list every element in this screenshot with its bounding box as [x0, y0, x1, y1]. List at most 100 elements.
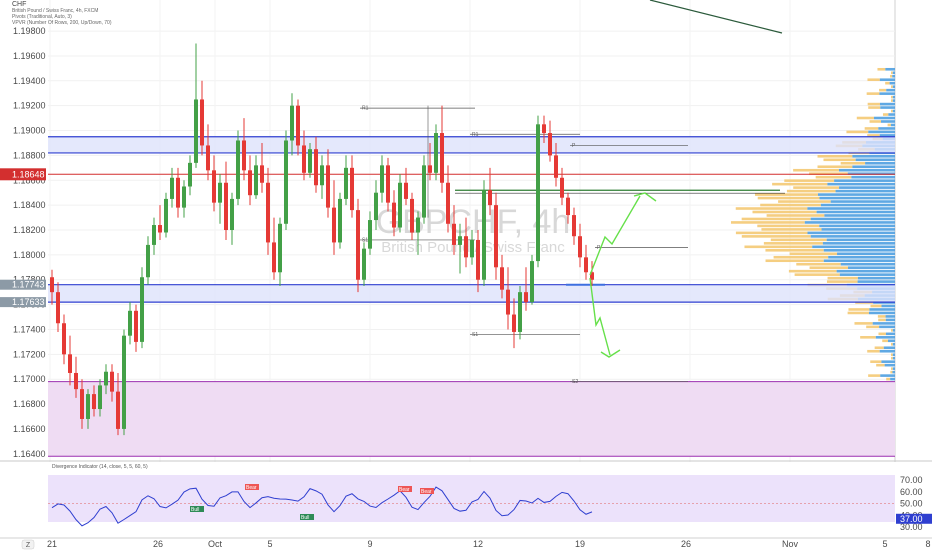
vp-bar-down	[837, 252, 895, 256]
candle-body	[122, 335, 126, 429]
candle-body	[404, 182, 408, 199]
vp-bar-up	[741, 217, 811, 221]
vp-bar-down	[869, 308, 895, 311]
price-tick-label: 1.16400	[13, 449, 46, 459]
price-tick-label: 1.17400	[13, 324, 46, 334]
vp-bar-up	[754, 193, 818, 196]
candle-body	[416, 217, 420, 233]
vp-bar-down	[873, 116, 895, 120]
vp-bar-up	[890, 370, 893, 374]
vp-bar-up	[848, 308, 870, 311]
support-band	[48, 284, 895, 303]
vp-bar-up	[876, 363, 885, 367]
candle-body	[272, 242, 276, 273]
vp-bar-up	[869, 120, 882, 123]
vp-bar-up	[867, 349, 880, 353]
price-tick-label: 1.18000	[13, 250, 46, 260]
candle-body	[314, 149, 318, 186]
vp-bar-up	[891, 356, 893, 360]
time-tick-label: 12	[473, 539, 483, 549]
candle-body	[470, 239, 474, 258]
candle-body	[452, 223, 456, 245]
candle-body	[290, 105, 294, 141]
candle-body	[182, 186, 186, 208]
vp-bar-up	[891, 353, 893, 357]
candle-body	[542, 124, 546, 134]
chart-legend: CHF British Pound / Swiss Franc, 4h, FXC…	[12, 1, 111, 26]
vp-bar-down	[810, 217, 895, 221]
vp-bar-down	[868, 311, 895, 315]
candle-body	[344, 167, 348, 199]
candle-body	[86, 394, 90, 419]
vp-bar-down	[879, 92, 895, 95]
vp-bar-up	[823, 158, 856, 162]
vp-bar-up	[765, 248, 824, 252]
candle-body	[248, 170, 252, 196]
vp-bar-up	[891, 329, 893, 332]
candle-body	[80, 389, 84, 419]
price-chart[interactable]: GBPCHF, 4h British Pound / Swiss Franc R…	[0, 0, 932, 550]
vp-bar-up	[757, 196, 820, 200]
vp-bar-up	[866, 92, 880, 95]
vp-bar-up	[815, 175, 852, 179]
vp-bar-up	[757, 224, 820, 228]
candle-body	[212, 170, 216, 203]
vp-bar-down	[885, 318, 895, 322]
vp-bar-up	[891, 85, 893, 88]
vp-bar-up	[784, 179, 835, 182]
vp-bar-up	[866, 325, 880, 329]
vp-bar-down	[822, 242, 895, 245]
vp-bar-down	[879, 349, 895, 353]
vp-bar-down	[892, 99, 895, 102]
candle-body	[254, 165, 258, 196]
vp-bar-up	[854, 322, 873, 325]
vp-bar-up	[879, 88, 887, 92]
candle-body	[152, 225, 156, 245]
rsi-signal-text: Bull	[301, 515, 309, 521]
candle-body	[464, 236, 468, 258]
vp-bar-down	[879, 325, 895, 329]
candle-body	[242, 140, 246, 171]
candle-body	[356, 210, 360, 280]
rsi-signal-text: Bear	[421, 489, 432, 495]
candle-body	[536, 124, 540, 262]
vp-bar-up	[793, 168, 839, 172]
vp-bar-down	[852, 165, 895, 169]
vp-bar-down	[865, 161, 895, 165]
vp-bar-down	[875, 336, 895, 339]
vp-bar-down	[883, 346, 895, 350]
vp-bar-down	[804, 221, 895, 224]
vp-bar-up	[809, 266, 849, 269]
vp-bar-up	[882, 113, 889, 116]
vp-bar-up	[730, 221, 805, 224]
pivot-label: S1	[472, 332, 478, 338]
vp-bar-up	[773, 255, 829, 259]
candle-body	[206, 145, 210, 171]
vp-bar-up	[891, 99, 893, 102]
candle-body	[68, 354, 72, 373]
vp-bar-down	[826, 238, 895, 242]
candle-body	[56, 292, 60, 324]
price-tick-label: 1.19000	[13, 126, 46, 136]
vp-bar-down	[888, 113, 895, 116]
vp-bar-down	[892, 95, 895, 99]
candle-body	[500, 267, 504, 290]
candle-body	[164, 198, 168, 233]
time-tick-label: Oct	[208, 539, 223, 549]
candle-body	[518, 292, 522, 332]
vp-bar-up	[786, 189, 836, 193]
vp-bar-up	[826, 280, 858, 283]
vp-bar-down	[821, 228, 895, 231]
vp-bar-up	[878, 318, 886, 322]
vp-bar-down	[885, 315, 895, 318]
rsi-signal-text: Bear	[246, 485, 257, 491]
vp-bar-up	[868, 374, 881, 377]
candle-body	[110, 371, 114, 392]
vp-bar-down	[879, 78, 895, 82]
vp-bar-down	[835, 189, 895, 193]
vp-bar-up	[870, 360, 882, 363]
vp-bar-up	[817, 155, 853, 158]
candle-body	[512, 314, 516, 332]
vp-bar-up	[794, 273, 840, 276]
vp-bar-down	[807, 231, 895, 235]
